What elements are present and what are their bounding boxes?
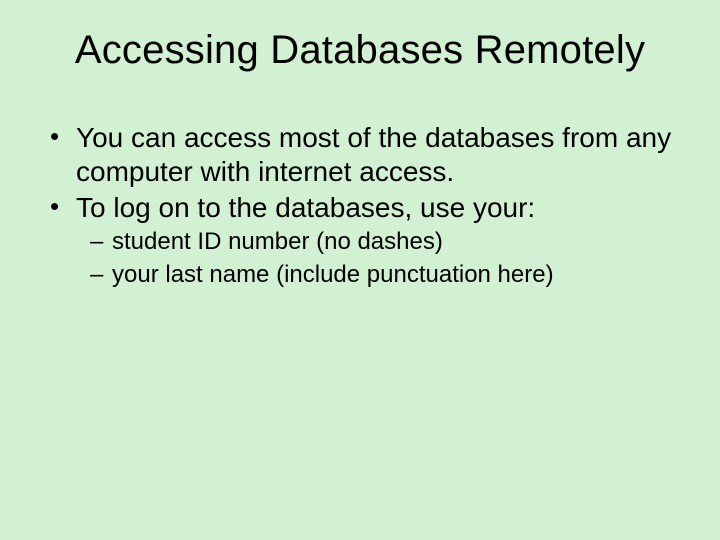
sub-bullet-list: student ID number (no dashes) your last … xyxy=(76,227,680,290)
list-item-text: To log on to the databases, use your: xyxy=(76,192,535,223)
slide: Accessing Databases Remotely You can acc… xyxy=(0,0,720,540)
list-item: your last name (include punctuation here… xyxy=(90,260,680,291)
list-item-text: You can access most of the databases fro… xyxy=(76,122,671,187)
list-item: To log on to the databases, use your: st… xyxy=(46,191,680,291)
list-item: You can access most of the databases fro… xyxy=(46,121,680,189)
list-item: student ID number (no dashes) xyxy=(90,227,680,258)
list-item-text: your last name (include punctuation here… xyxy=(112,261,554,288)
list-item-text: student ID number (no dashes) xyxy=(112,228,443,255)
bullet-list: You can access most of the databases fro… xyxy=(40,121,680,291)
slide-title: Accessing Databases Remotely xyxy=(40,28,680,73)
